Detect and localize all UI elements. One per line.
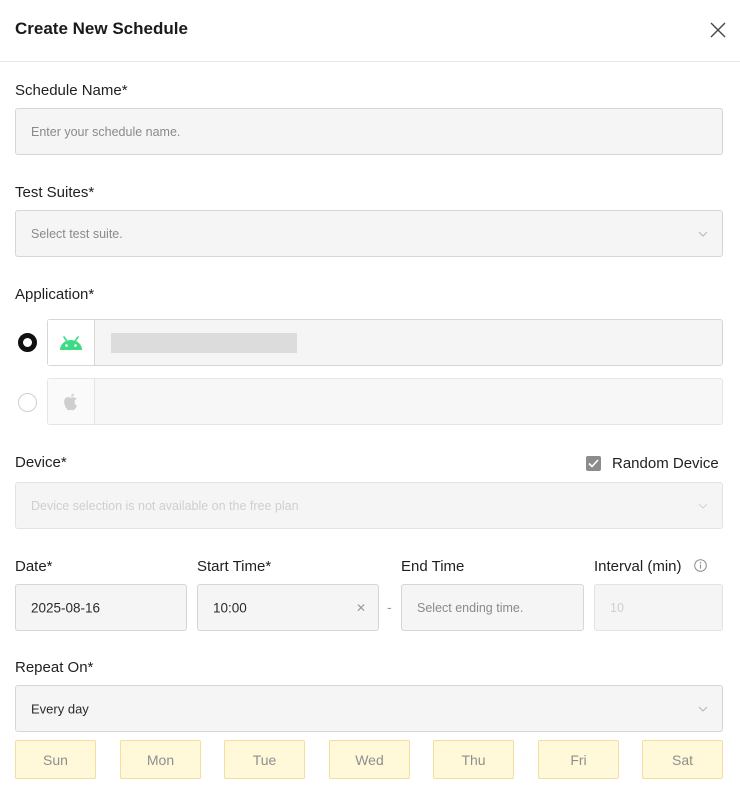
day-label: Sat — [671, 751, 693, 768]
device-label: Device* — [15, 454, 67, 471]
close-icon[interactable] — [706, 18, 730, 42]
device-select[interactable]: Device selection is not available on the… — [15, 482, 723, 529]
chevron-down-icon — [698, 231, 708, 237]
date-input[interactable]: 2025-08-16 — [15, 584, 187, 631]
dialog-title: Create New Schedule — [15, 19, 188, 38]
date-label: Date* — [15, 558, 53, 575]
end-time-label: End Time — [401, 558, 465, 575]
end-time-input[interactable]: Select ending time. — [401, 584, 584, 631]
day-wed-button[interactable]: Wed — [329, 740, 410, 779]
date-value: 2025-08-16 — [31, 600, 101, 615]
android-icon-box — [48, 320, 95, 365]
time-separator: - — [387, 599, 392, 615]
repeat-on-select[interactable]: Every day — [15, 685, 723, 732]
day-sun-button[interactable]: Sun — [15, 740, 96, 779]
chevron-down-icon — [698, 706, 708, 712]
day-label: Mon — [146, 751, 175, 768]
repeat-on-value: Every day — [31, 701, 89, 716]
android-app-select[interactable] — [47, 319, 723, 366]
test-suites-select[interactable]: Select test suite. — [15, 210, 723, 257]
end-time-placeholder: Select ending time. — [417, 600, 524, 615]
day-label: Tue — [252, 751, 277, 768]
test-suites-placeholder: Select test suite. — [31, 226, 123, 241]
day-sat-button[interactable]: Sat — [642, 740, 723, 779]
schedule-name-label: Schedule Name* — [15, 82, 128, 99]
interval-label: Interval (min) — [594, 558, 682, 575]
schedule-name-input[interactable]: Enter your schedule name. — [15, 108, 723, 155]
dialog-header: Create New Schedule — [0, 0, 740, 62]
info-icon[interactable] — [694, 559, 707, 572]
apple-icon-box — [48, 379, 95, 424]
day-fri-button[interactable]: Fri — [538, 740, 619, 779]
test-suites-label: Test Suites* — [15, 184, 95, 201]
redacted-app-name — [111, 333, 297, 353]
day-mon-button[interactable]: Mon — [120, 740, 201, 779]
day-thu-button[interactable]: Thu — [433, 740, 514, 779]
interval-input[interactable]: 10 — [594, 584, 723, 631]
interval-placeholder: 10 — [610, 600, 624, 615]
random-device-checkbox[interactable] — [586, 456, 601, 471]
application-label: Application* — [15, 286, 95, 303]
ios-app-select[interactable] — [47, 378, 723, 425]
android-radio[interactable] — [18, 333, 37, 352]
clear-icon[interactable]: ✕ — [356, 601, 366, 615]
day-label: Wed — [355, 751, 384, 768]
day-label: Thu — [461, 751, 486, 768]
day-label: Sun — [43, 751, 68, 768]
start-time-input[interactable]: 10:00 ✕ — [197, 584, 379, 631]
random-device-label[interactable]: Random Device — [612, 455, 719, 472]
start-time-value: 10:00 — [213, 600, 247, 615]
android-icon — [60, 335, 82, 350]
chevron-down-icon — [698, 503, 708, 509]
day-label: Fri — [570, 751, 587, 768]
day-tue-button[interactable]: Tue — [224, 740, 305, 779]
repeat-on-label: Repeat On* — [15, 659, 94, 676]
start-time-label: Start Time* — [197, 558, 272, 575]
apple-icon — [64, 393, 77, 410]
check-icon — [588, 459, 599, 468]
schedule-name-placeholder: Enter your schedule name. — [31, 124, 181, 139]
device-placeholder: Device selection is not available on the… — [31, 498, 299, 513]
ios-radio[interactable] — [18, 393, 37, 412]
